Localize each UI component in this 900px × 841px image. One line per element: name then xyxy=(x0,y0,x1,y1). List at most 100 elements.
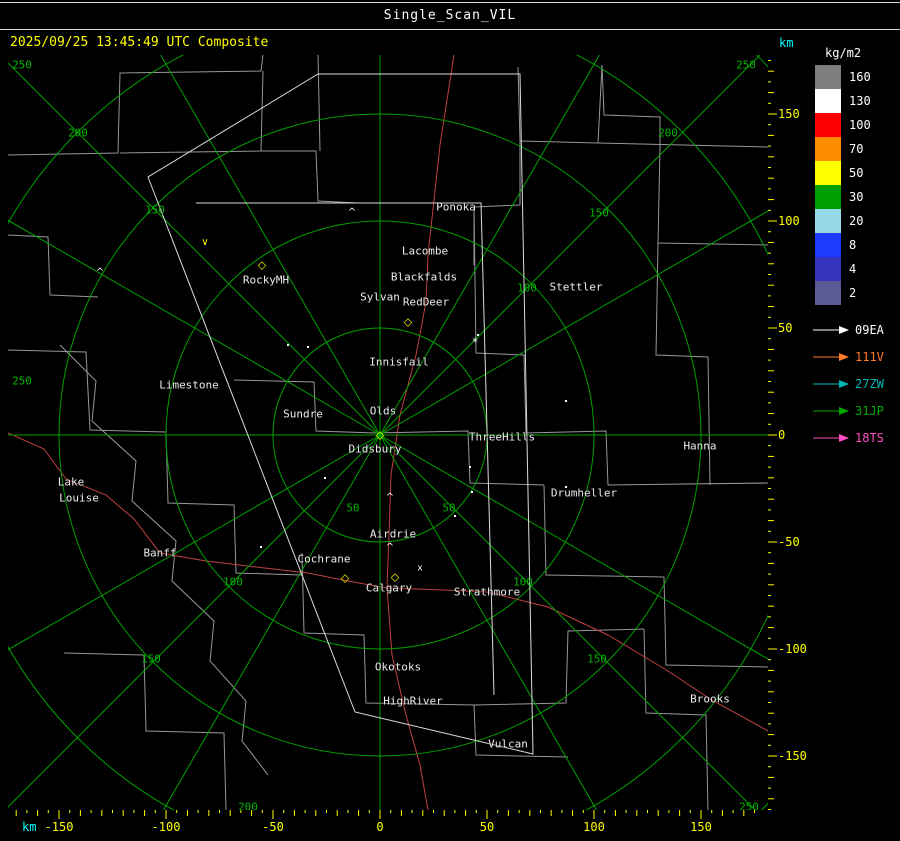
city-label-calgary: Calgary xyxy=(365,581,413,595)
y-axis-label: 100 xyxy=(778,214,800,228)
y-axis-label: -100 xyxy=(778,642,807,656)
site-09EA: 09EA xyxy=(813,316,884,343)
range-ring-label: 150 xyxy=(587,652,607,666)
town-marker-icon xyxy=(471,491,473,493)
city-label-sundre: Sundre xyxy=(283,407,323,421)
range-ring-label: 250 xyxy=(736,58,756,72)
legend-entry: 50 xyxy=(815,161,899,185)
site-id: 27ZW xyxy=(855,376,884,391)
city-label-highriver: HighRiver xyxy=(383,694,443,708)
range-ring-label: 200 xyxy=(658,126,678,140)
x-axis-label: -50 xyxy=(262,820,284,834)
city-label-threehills: ThreeHills xyxy=(468,430,536,444)
scan-timestamp: 2025/09/25 13:45:49 UTC Composite xyxy=(10,35,269,50)
town-marker-icon: ^ xyxy=(347,207,357,218)
site-arrow-icon xyxy=(813,406,849,415)
x-axis-label: 150 xyxy=(690,820,712,834)
legend-swatch xyxy=(815,65,841,89)
site-id: 31JP xyxy=(855,403,884,418)
city-label-limestone: Limestone xyxy=(159,378,219,392)
window-title: Single_Scan_VIL xyxy=(383,8,517,23)
city-label-sylvan: Sylvan xyxy=(360,290,400,304)
town-marker-icon xyxy=(565,400,567,402)
legend-value: 4 xyxy=(849,262,857,276)
site-27ZW: 27ZW xyxy=(813,370,884,397)
range-ring-label: 150 xyxy=(589,206,609,220)
legend-value: 50 xyxy=(849,166,864,180)
town-marker-icon: ∨ xyxy=(201,237,209,248)
city-label-rockymh: RockyMH xyxy=(242,273,290,287)
legend-entry: 70 xyxy=(815,137,899,161)
site-arrow-icon xyxy=(813,433,849,442)
city-label-innisfail: Innisfail xyxy=(369,355,429,369)
legend-value: 20 xyxy=(849,214,864,228)
site-18TS: 18TS xyxy=(813,424,884,451)
town-marker-icon xyxy=(469,466,471,468)
radar-map-canvas[interactable]: Ponoka Lacombe Blackfalds Sylvan RedDeer Stet… xyxy=(8,55,768,810)
legend-entries: 160 130 100 70 50 30 20 8 4 2 xyxy=(815,65,899,305)
city-label-banff: Banff xyxy=(143,546,177,560)
legend-value: 130 xyxy=(849,94,871,108)
x-axis-label: 50 xyxy=(479,820,495,834)
city-label-cochrane: Cochrane xyxy=(297,552,351,566)
right-axis-labels: 150 100 50 0 -50 -100 -150 xyxy=(776,55,816,810)
legend-entry: 2 xyxy=(815,281,899,305)
bottom-axis-unit: km xyxy=(22,820,37,834)
town-marker-icon xyxy=(307,346,309,348)
site-id: 111V xyxy=(855,349,884,364)
city-label-lake: Lake xyxy=(57,475,85,489)
site-arrow-icon xyxy=(813,379,849,388)
town-marker-icon xyxy=(477,334,479,336)
legend-entry: 4 xyxy=(815,257,899,281)
site-arrow-icon xyxy=(813,352,849,361)
x-axis-label: -100 xyxy=(151,820,181,834)
city-label-vulcan: Vulcan xyxy=(488,737,528,751)
range-ring-label: 250 xyxy=(12,58,32,72)
range-ring-label: 100 xyxy=(223,575,243,589)
site-31JP: 31JP xyxy=(813,397,884,424)
range-ring-label: 250 xyxy=(739,800,759,811)
legend-swatch xyxy=(815,185,841,209)
site-id: 09EA xyxy=(855,322,884,337)
city-label-lacombe: Lacombe xyxy=(401,244,449,258)
city-label-reddeer: RedDeer xyxy=(402,295,450,309)
legend-value: 30 xyxy=(849,190,864,204)
radar-app-window: Single_Scan_VIL 2025/09/25 13:45:49 UTC … xyxy=(0,0,900,841)
x-axis-label: 0 xyxy=(376,820,384,834)
range-ring-label: 150 xyxy=(145,203,165,217)
x-axis-label: 100 xyxy=(583,820,605,834)
town-marker-icon xyxy=(324,477,326,479)
radar-site-icon: ◇ xyxy=(390,570,400,584)
range-ring-label: 250 xyxy=(12,374,32,388)
right-axis-unit: km xyxy=(779,36,794,50)
legend-entry: 20 xyxy=(815,209,899,233)
legend-entry: 30 xyxy=(815,185,899,209)
city-label-airdrie: Airdrie xyxy=(369,527,417,541)
town-marker-icon: ^ xyxy=(385,542,395,553)
y-axis-label: 0 xyxy=(778,428,786,442)
city-label-hanna: Hanna xyxy=(683,439,717,453)
range-ring-label: 100 xyxy=(513,575,533,589)
legend-value: 100 xyxy=(849,118,871,132)
legend-swatch xyxy=(815,161,841,185)
range-ring-label: 50 xyxy=(346,501,360,515)
legend-value: 8 xyxy=(849,238,857,252)
range-ring-label: 150 xyxy=(141,652,161,666)
legend-entry: 100 xyxy=(815,113,899,137)
city-label-didsbury: Didsbury xyxy=(348,442,402,456)
city-label-olds: Olds xyxy=(369,404,397,418)
legend-swatch xyxy=(815,233,841,257)
city-label-drumheller: Drumheller xyxy=(550,486,618,500)
range-ring-label: 100 xyxy=(517,281,537,295)
range-ring-label: 200 xyxy=(238,800,258,811)
y-axis-label: -150 xyxy=(778,749,807,763)
bottom-axis-labels: -150 -100 -50 0 50 100 150 xyxy=(8,820,768,836)
legend-swatch xyxy=(815,209,841,233)
city-label-stettler: Stettler xyxy=(549,280,603,294)
city-label-blackfalds: Blackfalds xyxy=(390,270,458,284)
range-ring-label: 200 xyxy=(68,126,88,140)
town-marker-icon: x xyxy=(417,563,423,574)
site-id: 18TS xyxy=(855,430,884,445)
town-marker-icon xyxy=(260,546,262,548)
city-label-strathmore: Strathmore xyxy=(453,585,521,599)
